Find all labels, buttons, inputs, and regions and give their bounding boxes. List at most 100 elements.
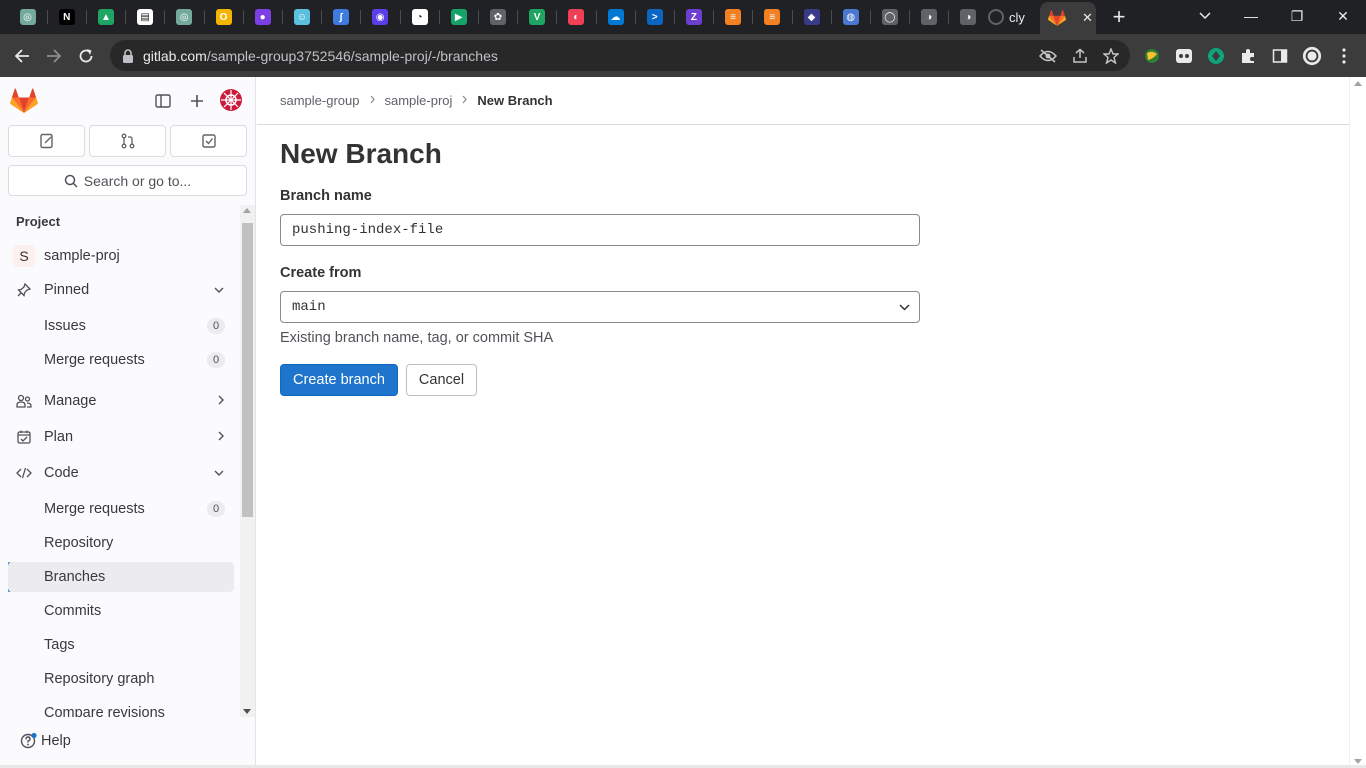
- sidebar-item-issues[interactable]: Issues 0: [8, 311, 234, 341]
- browser-tab[interactable]: ✿: [478, 3, 517, 31]
- tab-separator: [595, 10, 597, 24]
- sidebar-item-repository[interactable]: Repository: [8, 528, 234, 558]
- browser-tab[interactable]: Z: [674, 3, 713, 31]
- browser-tab[interactable]: cly: [988, 3, 1038, 31]
- side-panel-icon[interactable]: [1270, 46, 1290, 66]
- sidebar-item-repository-graph[interactable]: Repository graph: [8, 664, 234, 694]
- browser-tab[interactable]: ☺: [282, 3, 321, 31]
- extension-face-icon[interactable]: [1174, 46, 1194, 66]
- browser-tab[interactable]: ◍: [831, 3, 870, 31]
- sidebar-nav: Project S sample-proj Pinned Issues 0 Me…: [0, 205, 256, 717]
- breadcrumb-group-link[interactable]: sample-group: [280, 93, 360, 108]
- scroll-up-arrow-icon[interactable]: [1354, 81, 1362, 86]
- breadcrumb-current[interactable]: New Branch: [477, 93, 552, 108]
- extension-globe-icon[interactable]: [1142, 46, 1162, 66]
- scroll-down-arrow-icon[interactable]: [243, 709, 251, 714]
- cancel-button[interactable]: Cancel: [406, 364, 477, 396]
- sidebar-item-code[interactable]: Code: [8, 458, 234, 488]
- minimize-icon: —: [1244, 8, 1258, 24]
- reload-button[interactable]: [72, 42, 100, 70]
- create-from-select[interactable]: main: [280, 291, 920, 323]
- page-scrollbar[interactable]: [1349, 77, 1366, 768]
- scroll-up-arrow-icon[interactable]: [243, 208, 251, 213]
- browser-tab[interactable]: ◑: [910, 3, 949, 31]
- eye-off-icon[interactable]: [1038, 46, 1058, 66]
- browser-tab[interactable]: V: [518, 3, 557, 31]
- browser-tab[interactable]: ▤: [126, 3, 165, 31]
- browser-tab[interactable]: ◔: [400, 3, 439, 31]
- openai-icon: ✿: [489, 9, 506, 25]
- todo-list-button[interactable]: [170, 125, 247, 157]
- sidebar-item-tags[interactable]: Tags: [8, 630, 234, 660]
- minimize-button[interactable]: —: [1228, 0, 1274, 32]
- sidebar-item-code-merge-requests[interactable]: Merge requests 0: [8, 494, 234, 524]
- browser-tab[interactable]: ∫: [322, 3, 361, 31]
- browser-tab[interactable]: ◎: [8, 3, 47, 31]
- browser-tab[interactable]: ▲: [86, 3, 125, 31]
- merge-requests-button[interactable]: [89, 125, 166, 157]
- sidebar-item-plan[interactable]: Plan: [8, 422, 234, 452]
- browser-tab[interactable]: ◯: [870, 3, 909, 31]
- new-tab-button[interactable]: +: [1106, 5, 1132, 29]
- merge-request-icon: [121, 133, 134, 149]
- browser-tab[interactable]: ◑: [949, 3, 988, 31]
- back-button[interactable]: [8, 42, 36, 70]
- collapse-sidebar-icon[interactable]: [153, 91, 173, 111]
- browser-tab[interactable]: ☁: [596, 3, 635, 31]
- restore-button[interactable]: ❐: [1274, 0, 1320, 32]
- browser-tab[interactable]: ≡: [714, 3, 753, 31]
- browser-tab[interactable]: N: [47, 3, 86, 31]
- browser-tab[interactable]: ◉: [361, 3, 400, 31]
- tab-close-icon[interactable]: ✕: [1082, 10, 1093, 26]
- extensions-puzzle-icon[interactable]: [1238, 46, 1258, 66]
- bookmark-star-icon[interactable]: [1101, 46, 1121, 66]
- sidebar-scrollbar[interactable]: [240, 205, 255, 717]
- scrollbar-thumb[interactable]: [242, 223, 253, 517]
- sidebar-item-compare-revisions[interactable]: Compare revisions: [8, 698, 234, 717]
- user-avatar[interactable]: [219, 88, 243, 112]
- help-button[interactable]: Help: [20, 732, 71, 750]
- breadcrumb-project-link[interactable]: sample-proj: [385, 93, 453, 108]
- browser-tab[interactable]: ≡: [753, 3, 792, 31]
- sidebar-item-manage[interactable]: Manage: [8, 386, 234, 416]
- gitlab-logo-icon[interactable]: [10, 88, 38, 114]
- tab-search-button[interactable]: [1182, 0, 1228, 32]
- chevron-down-icon: [214, 467, 224, 479]
- create-new-plus-icon[interactable]: [187, 91, 207, 111]
- extension-diamond-icon[interactable]: [1206, 46, 1226, 66]
- forward-button[interactable]: [40, 42, 68, 70]
- browser-tab[interactable]: O: [204, 3, 243, 31]
- branch-name-input[interactable]: pushing-index-file: [280, 214, 920, 246]
- create-from-value: main: [292, 299, 326, 315]
- address-bar[interactable]: gitlab.com/sample-group3752546/sample-pr…: [110, 40, 1130, 71]
- assigned-issues-button[interactable]: [8, 125, 85, 157]
- profile-avatar-icon[interactable]: [1302, 46, 1322, 66]
- sidebar-item-pinned[interactable]: Pinned: [8, 275, 234, 305]
- browser-tab[interactable]: ▶: [439, 3, 478, 31]
- sidebar-item-label: Issues: [44, 318, 86, 334]
- tab-separator: [752, 10, 754, 24]
- browser-tab[interactable]: ●: [243, 3, 282, 31]
- browser-tab[interactable]: ◎: [165, 3, 204, 31]
- globe-app-icon: ◍: [842, 9, 859, 25]
- sidebar-item-branches[interactable]: Branches: [8, 562, 234, 592]
- browser-tab[interactable]: ◆: [792, 3, 831, 31]
- sidebar-item-commits[interactable]: Commits: [8, 596, 234, 626]
- url-path: /sample-group3752546/sample-proj/-/branc…: [206, 47, 498, 64]
- chatgpt-icon: ◎: [176, 9, 193, 25]
- project-avatar: S: [13, 245, 35, 267]
- browser-menu-icon[interactable]: [1334, 46, 1354, 66]
- scroll-down-arrow-icon[interactable]: [1354, 759, 1362, 764]
- sidebar-item-merge-requests[interactable]: Merge requests 0: [8, 345, 234, 375]
- browser-tab[interactable]: >: [635, 3, 674, 31]
- close-window-button[interactable]: ✕: [1320, 0, 1366, 32]
- globe-icon: ◑: [960, 9, 977, 25]
- browser-tab-active[interactable]: ✕: [1040, 2, 1096, 34]
- share-icon[interactable]: [1070, 46, 1090, 66]
- tab-separator: [909, 10, 911, 24]
- search-button[interactable]: Search or go to...: [8, 165, 247, 196]
- create-branch-button[interactable]: Create branch: [280, 364, 398, 396]
- reload-icon: [79, 49, 93, 63]
- browser-tab[interactable]: ◐: [557, 3, 596, 31]
- sidebar-item-project[interactable]: S sample-proj: [8, 241, 234, 271]
